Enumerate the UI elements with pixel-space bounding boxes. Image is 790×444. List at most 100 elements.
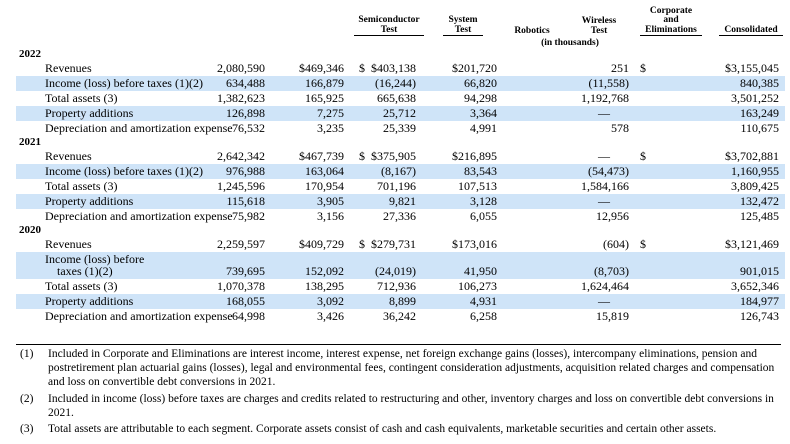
cell-semiconductor: 126,898 [226,106,265,120]
row-label: Total assets (3) [45,179,118,193]
cell-corporate: (54,473) [588,164,629,178]
col-robotics: Robotics [509,25,555,37]
col-system-test: System Test [443,15,483,36]
cell-corporate: (11,558) [588,76,629,90]
table-row: Revenues $2,642,342 $467,739 $375,905 $216,8… [16,149,785,164]
footnote: (1) Included in Corporate and Elimination… [16,347,781,390]
cell-wireless: 106,273 [458,279,497,293]
cell-consolidated: 1,160,955 [731,164,779,178]
dollar-sign: $ [640,237,646,251]
cell-system: 166,879 [305,76,344,90]
cell-robotics: (24,019) [375,264,416,278]
cell-corporate: 251 [611,61,629,75]
footnote: (3) Total assets are attributable to each… [16,422,781,436]
cell-system: 170,954 [305,179,344,193]
cell-semiconductor: 2,259,597 [217,237,265,251]
cell-semiconductor: 2,080,590 [217,61,265,75]
cell-robotics: 25,712 [383,106,416,120]
col-label-line: Robotics [514,25,550,36]
footnote-number: (3) [20,423,34,436]
cell-consolidated: 3,809,425 [731,179,779,193]
col-label-line: Test [590,25,608,36]
cell-semiconductor: 976,988 [226,164,265,178]
cell-system: 138,295 [305,279,344,293]
cell-corporate: 15,819 [596,309,629,323]
cell-system: $409,729 [299,237,344,251]
cell-robotics: 27,336 [383,209,416,223]
dollar-sign: $ [359,237,365,251]
cell-robotics: 665,638 [377,91,416,105]
row-label: Total assets (3) [45,279,118,293]
cell-robotics: $279,731 [371,237,416,251]
cell-robotics: $375,905 [371,149,416,163]
footnote-number: (2) [20,392,34,405]
cell-wireless: 107,513 [458,179,497,193]
cell-semiconductor: 76,532 [232,121,265,135]
cell-consolidated: 125,485 [740,209,779,223]
cell-consolidated: $3,702,881 [725,149,779,163]
cell-robotics: 712,936 [377,279,416,293]
table-row: Depreciation and amortization expense 76,… [16,121,785,136]
row-label: Revenues [45,149,92,163]
col-label-line: Test [380,24,398,35]
col-corporate-eliminations: Corporate and Eliminations [640,6,702,36]
cell-semiconductor: 2,642,342 [217,149,265,163]
table-row: Depreciation and amortization expense 64,… [16,309,785,324]
units-note: (in thousands) [541,38,599,48]
footnote-text: Included in Corporate and Eliminations a… [48,348,775,389]
footnotes: (1) Included in Corporate and Elimination… [16,344,781,438]
footnote-text: Included in income (loss) before taxes a… [48,392,774,419]
column-header: Semiconductor Test System Test Robotics … [0,0,790,48]
cell-consolidated: 901,015 [740,264,779,278]
cell-robotics: 36,242 [383,309,416,323]
table-row: Revenues $2,080,590 $469,346 $403,138 $201,7… [16,61,785,76]
cell-semiconductor: 739,695 [226,264,265,278]
row-label-cont: taxes (1)(2) [57,264,113,278]
row-label: Property additions [45,106,134,120]
cell-consolidated: $3,155,045 [725,61,779,75]
cell-wireless: 6,055 [470,209,497,223]
footnote-text: Total assets are attributable to each se… [48,423,717,436]
cell-consolidated: 184,977 [740,294,779,308]
cell-system: 3,092 [317,294,344,308]
cell-wireless: 3,364 [470,106,497,120]
cell-system: 3,235 [317,121,344,135]
cell-wireless: 4,931 [470,294,497,308]
cell-system: 152,092 [305,264,344,278]
cell-wireless: 41,950 [464,264,497,278]
row-label: Depreciation and amortization expense [45,309,233,323]
cell-semiconductor: 1,382,623 [217,91,265,105]
cell-robotics: 9,821 [389,194,416,208]
cell-semiconductor: 634,488 [226,76,265,90]
dollar-sign: $ [359,61,365,75]
cell-consolidated: 126,743 [740,309,779,323]
cell-wireless: 4,991 [470,121,497,135]
cell-semiconductor: 1,070,378 [217,279,265,293]
footnote: (2) Included in income (loss) before taxe… [16,392,781,420]
row-label: Property additions [45,294,134,308]
table-row: Property additions 115,618 3,905 9,821 3,128… [16,194,785,209]
table-row: Revenues $2,259,597 $409,729 $279,731 $173,0… [16,237,785,252]
row-label: Revenues [45,237,92,251]
cell-system: 3,426 [317,309,344,323]
cell-corporate: 1,584,166 [581,179,629,193]
cell-corporate: 1,192,768 [581,91,629,105]
table-row: Property additions 126,898 7,275 25,712 3,36… [16,106,785,121]
table-row: Depreciation and amortization expense 75,… [16,209,785,224]
cell-corporate: 578 [611,121,629,135]
cell-wireless: 66,820 [464,76,497,90]
table-row: Property additions 168,055 3,092 8,899 4,931… [16,294,785,309]
cell-corporate: 1,624,464 [581,279,629,293]
cell-robotics: $403,138 [371,61,416,75]
col-label-line: Consolidated [724,24,778,35]
dollar-sign: $ [640,149,646,163]
row-label: Total assets (3) [45,91,118,105]
cell-corporate: 12,956 [596,209,629,223]
cell-consolidated: 132,472 [740,194,779,208]
table-row: Total assets (3) 1,070,378 138,295 712,936 1… [16,279,785,294]
cell-system: 3,905 [317,194,344,208]
col-label-line: Test [454,24,472,35]
cell-robotics: (8,167) [381,164,416,178]
cell-system: 3,156 [317,209,344,223]
table-row: Total assets (3) 1,382,623 165,925 665,638 9… [16,91,785,106]
